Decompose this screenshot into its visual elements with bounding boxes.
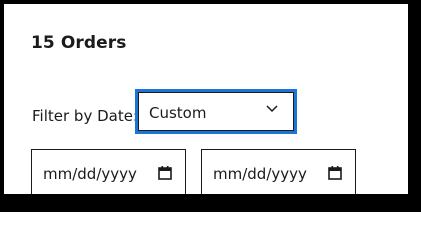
calendar-icon[interactable] [327, 165, 343, 181]
date-filter-selected-value: Custom [149, 104, 207, 122]
end-date-input[interactable]: mm/dd/yyyy [201, 149, 356, 194]
chevron-down-icon [266, 105, 278, 113]
filter-by-date-label: Filter by Date: [32, 107, 138, 125]
calendar-icon[interactable] [157, 165, 173, 181]
orders-count-title: 15 Orders [31, 33, 127, 53]
start-date-placeholder: mm/dd/yyyy [43, 165, 137, 183]
start-date-input[interactable]: mm/dd/yyyy [31, 149, 186, 194]
window-frame: 15 Orders Filter by Date: Custom mm/dd/y… [0, 0, 421, 212]
date-filter-select[interactable]: Custom [135, 89, 297, 134]
orders-panel: 15 Orders Filter by Date: Custom mm/dd/y… [4, 4, 408, 194]
end-date-placeholder: mm/dd/yyyy [213, 165, 307, 183]
